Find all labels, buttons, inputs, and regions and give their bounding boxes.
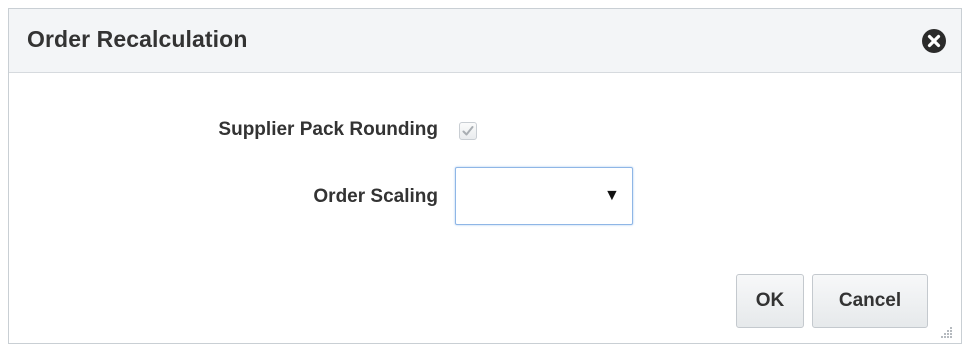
ok-button[interactable]: OK — [736, 274, 804, 328]
order-scaling-label: Order Scaling — [313, 186, 438, 207]
checkmark-icon — [462, 126, 474, 136]
resize-grip-icon[interactable] — [939, 325, 953, 339]
supplier-pack-rounding-checkbox[interactable] — [459, 122, 477, 140]
dialog-title: Order Recalculation — [27, 26, 248, 52]
dropdown-arrow-icon: ▼ — [604, 187, 620, 204]
supplier-pack-rounding-label: Supplier Pack Rounding — [218, 119, 438, 140]
dialog-title-bar[interactable]: Order Recalculation — [9, 9, 961, 73]
close-icon[interactable] — [922, 29, 946, 53]
cancel-button[interactable]: Cancel — [812, 274, 928, 328]
order-recalculation-dialog: Order Recalculation Supplier Pack Roundi… — [8, 8, 962, 344]
order-scaling-select[interactable]: ▼ — [455, 167, 633, 225]
